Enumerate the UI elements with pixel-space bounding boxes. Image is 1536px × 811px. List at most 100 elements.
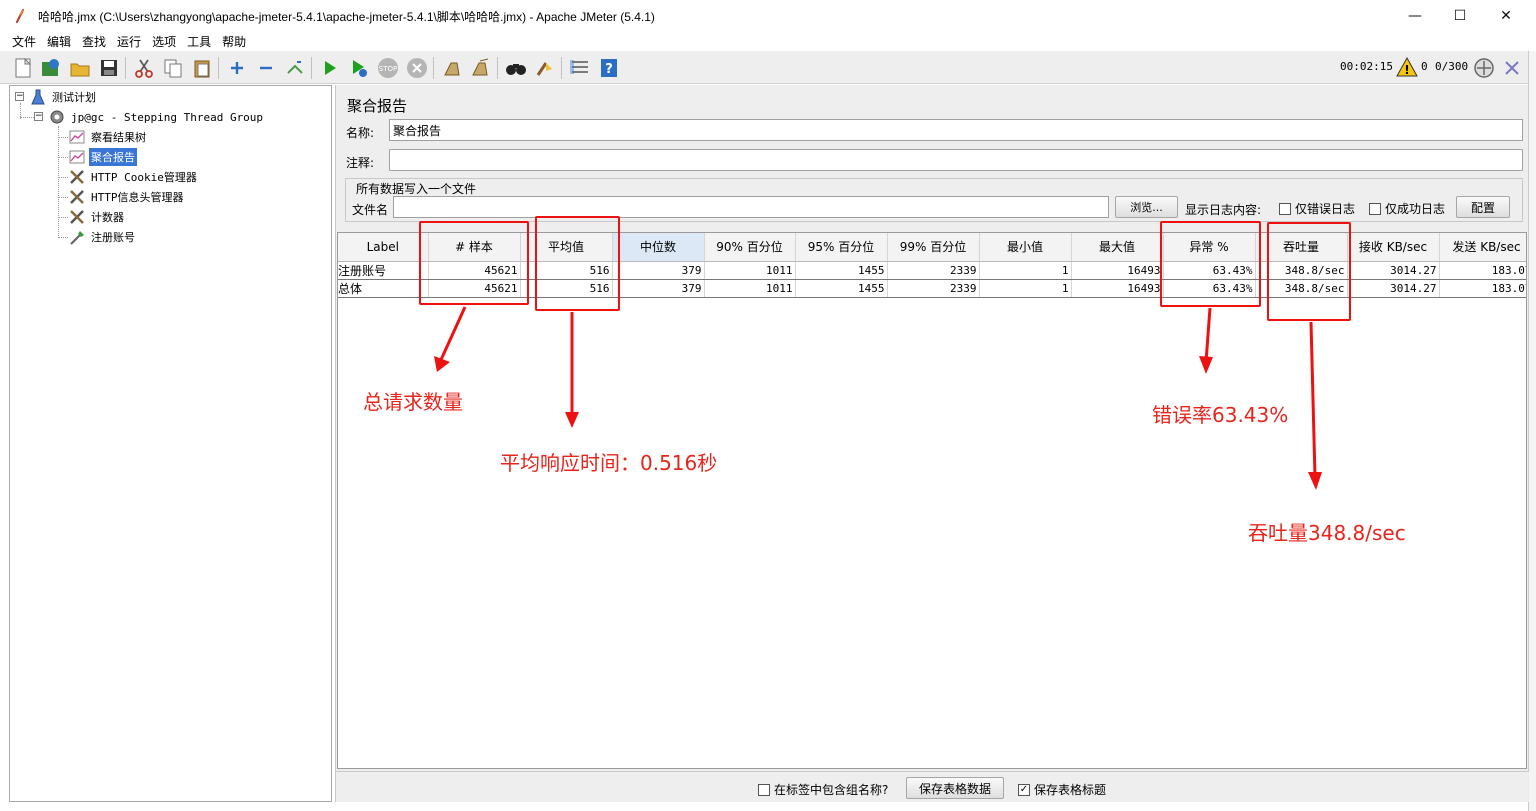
comment-label: 注释:: [346, 156, 375, 170]
new-icon[interactable]: [11, 56, 35, 80]
include-group-name-checkbox[interactable]: 在标签中包含组名称?: [758, 781, 888, 798]
column-header[interactable]: 接收 KB/sec: [1347, 233, 1440, 262]
shutdown-icon[interactable]: [405, 56, 429, 80]
search-icon[interactable]: [504, 56, 528, 80]
save-table-data-button[interactable]: 保存表格数据: [906, 777, 1004, 799]
tree-node-test-plan[interactable]: 测试计划: [29, 88, 98, 106]
cut-icon[interactable]: [132, 56, 156, 80]
errors-only-checkbox[interactable]: 仅错误日志: [1279, 200, 1355, 217]
clear-icon[interactable]: [440, 56, 464, 80]
tree-node-aggregate-report[interactable]: 聚合报告: [68, 148, 137, 166]
checkbox-box: [1369, 202, 1381, 215]
tree-node-view-results[interactable]: 察看结果树: [68, 128, 148, 146]
column-header[interactable]: 最大值: [1071, 233, 1164, 262]
table-cell: 1455: [795, 261, 888, 280]
annotation-box-error: [1160, 221, 1261, 307]
column-header[interactable]: 90% 百分位: [704, 233, 796, 262]
function-helper-icon[interactable]: [568, 56, 592, 80]
chart-listener-icon: [68, 128, 86, 146]
clear-all-icon[interactable]: [469, 56, 493, 80]
table-cell: 16493: [1071, 261, 1164, 280]
menu-search[interactable]: 查找: [82, 33, 106, 50]
checkbox-box: [1279, 202, 1291, 215]
table-cell: 总体: [338, 279, 429, 298]
panel-title: 聚合报告: [347, 97, 408, 115]
svg-text:?: ?: [605, 62, 613, 77]
table-cell: 1: [979, 261, 1072, 280]
filename-field[interactable]: [393, 196, 1109, 218]
templates-icon[interactable]: [39, 56, 63, 80]
annotation-box-throughput: [1267, 222, 1351, 321]
table-cell: 1: [979, 279, 1072, 298]
menu-file[interactable]: 文件: [12, 33, 36, 50]
tree-node-cookie-manager[interactable]: HTTP Cookie管理器: [68, 168, 199, 186]
help-icon[interactable]: ?: [597, 56, 621, 80]
tree-node-counter[interactable]: 计数器: [68, 208, 126, 226]
table-cell: 183.07: [1439, 261, 1526, 280]
file-group-legend: 所有数据写入一个文件: [354, 180, 479, 197]
table-cell: 1455: [795, 279, 888, 298]
minimize-button[interactable]: —: [1392, 0, 1438, 32]
collapse-icon[interactable]: [254, 56, 278, 80]
table-cell: 16493: [1071, 279, 1164, 298]
stop-icon[interactable]: STOP: [376, 56, 400, 80]
annotation-throughput: 吞吐量348.8/sec: [1248, 521, 1406, 545]
wrench-icon: [68, 208, 86, 226]
table-cell: 3014.27: [1347, 261, 1440, 280]
pipette-icon: [68, 228, 86, 246]
window-edge: [1528, 51, 1536, 811]
column-header[interactable]: 最小值: [979, 233, 1072, 262]
name-field[interactable]: 聚合报告: [389, 119, 1523, 141]
column-header[interactable]: Label: [338, 233, 429, 262]
reset-search-icon[interactable]: [533, 56, 557, 80]
table-cell: 183.07: [1439, 279, 1526, 298]
tree-node-register-sampler[interactable]: 注册账号: [68, 228, 137, 246]
warning-icon[interactable]: !: [1395, 55, 1419, 79]
title-bar: 哈哈哈.jmx (C:\Users\zhangyong\apache-jmete…: [0, 0, 1536, 32]
close-button[interactable]: ✕: [1483, 0, 1529, 32]
expand-icon[interactable]: [225, 56, 249, 80]
menu-run[interactable]: 运行: [117, 33, 141, 50]
toggle-icon[interactable]: [283, 56, 307, 80]
open-icon[interactable]: [68, 56, 92, 80]
collapse-toggle-icon[interactable]: −: [34, 112, 43, 121]
start-icon[interactable]: [318, 56, 342, 80]
table-actions-bar: 在标签中包含组名称? 保存表格数据 ✓ 保存表格标题: [336, 771, 1529, 802]
maximize-button[interactable]: ☐: [1437, 0, 1483, 32]
log-viewer-icon[interactable]: [1500, 56, 1524, 80]
success-only-checkbox[interactable]: 仅成功日志: [1369, 200, 1445, 217]
menu-edit[interactable]: 编辑: [47, 33, 71, 50]
table-cell: 1011: [704, 279, 796, 298]
paste-icon[interactable]: [190, 56, 214, 80]
column-header[interactable]: 中位数: [612, 233, 705, 262]
tree-node-thread-group[interactable]: jp@gc - Stepping Thread Group: [48, 108, 265, 126]
tree-node-header-manager[interactable]: HTTP信息头管理器: [68, 188, 186, 206]
copy-icon[interactable]: [161, 56, 185, 80]
elapsed-time: 00:02:15: [1340, 60, 1393, 73]
start-no-pause-icon[interactable]: [347, 56, 371, 80]
configure-button[interactable]: 配置: [1456, 196, 1510, 218]
annotation-box-samples: [419, 221, 529, 305]
column-header[interactable]: 发送 KB/sec: [1439, 233, 1526, 262]
table-cell: 379: [612, 261, 705, 280]
svg-text:!: !: [1404, 63, 1409, 77]
comment-field[interactable]: [389, 149, 1523, 171]
browse-button[interactable]: 浏览...: [1115, 196, 1178, 218]
wrench-icon: [68, 168, 86, 186]
wrench-icon: [68, 188, 86, 206]
table-cell: 2339: [887, 279, 980, 298]
menu-bar: 文件 编辑 查找 运行 选项 工具 帮助: [0, 32, 1536, 50]
window-title: 哈哈哈.jmx (C:\Users\zhangyong\apache-jmete…: [38, 9, 655, 24]
collapse-toggle-icon[interactable]: −: [15, 92, 24, 101]
save-table-header-checkbox[interactable]: ✓ 保存表格标题: [1018, 781, 1106, 798]
jmeter-feather-icon: [12, 8, 28, 24]
svg-text:STOP: STOP: [379, 65, 397, 73]
column-header[interactable]: 95% 百分位: [795, 233, 888, 262]
menu-options[interactable]: 选项: [152, 33, 176, 50]
column-header[interactable]: 99% 百分位: [887, 233, 980, 262]
menu-tools[interactable]: 工具: [187, 33, 211, 50]
aggregate-report-panel: 聚合报告 名称: 聚合报告 注释: 所有数据写入一个文件 文件名 浏览... 显…: [335, 85, 1529, 802]
save-icon[interactable]: [97, 56, 121, 80]
table-cell: 379: [612, 279, 705, 298]
menu-help[interactable]: 帮助: [222, 33, 246, 50]
